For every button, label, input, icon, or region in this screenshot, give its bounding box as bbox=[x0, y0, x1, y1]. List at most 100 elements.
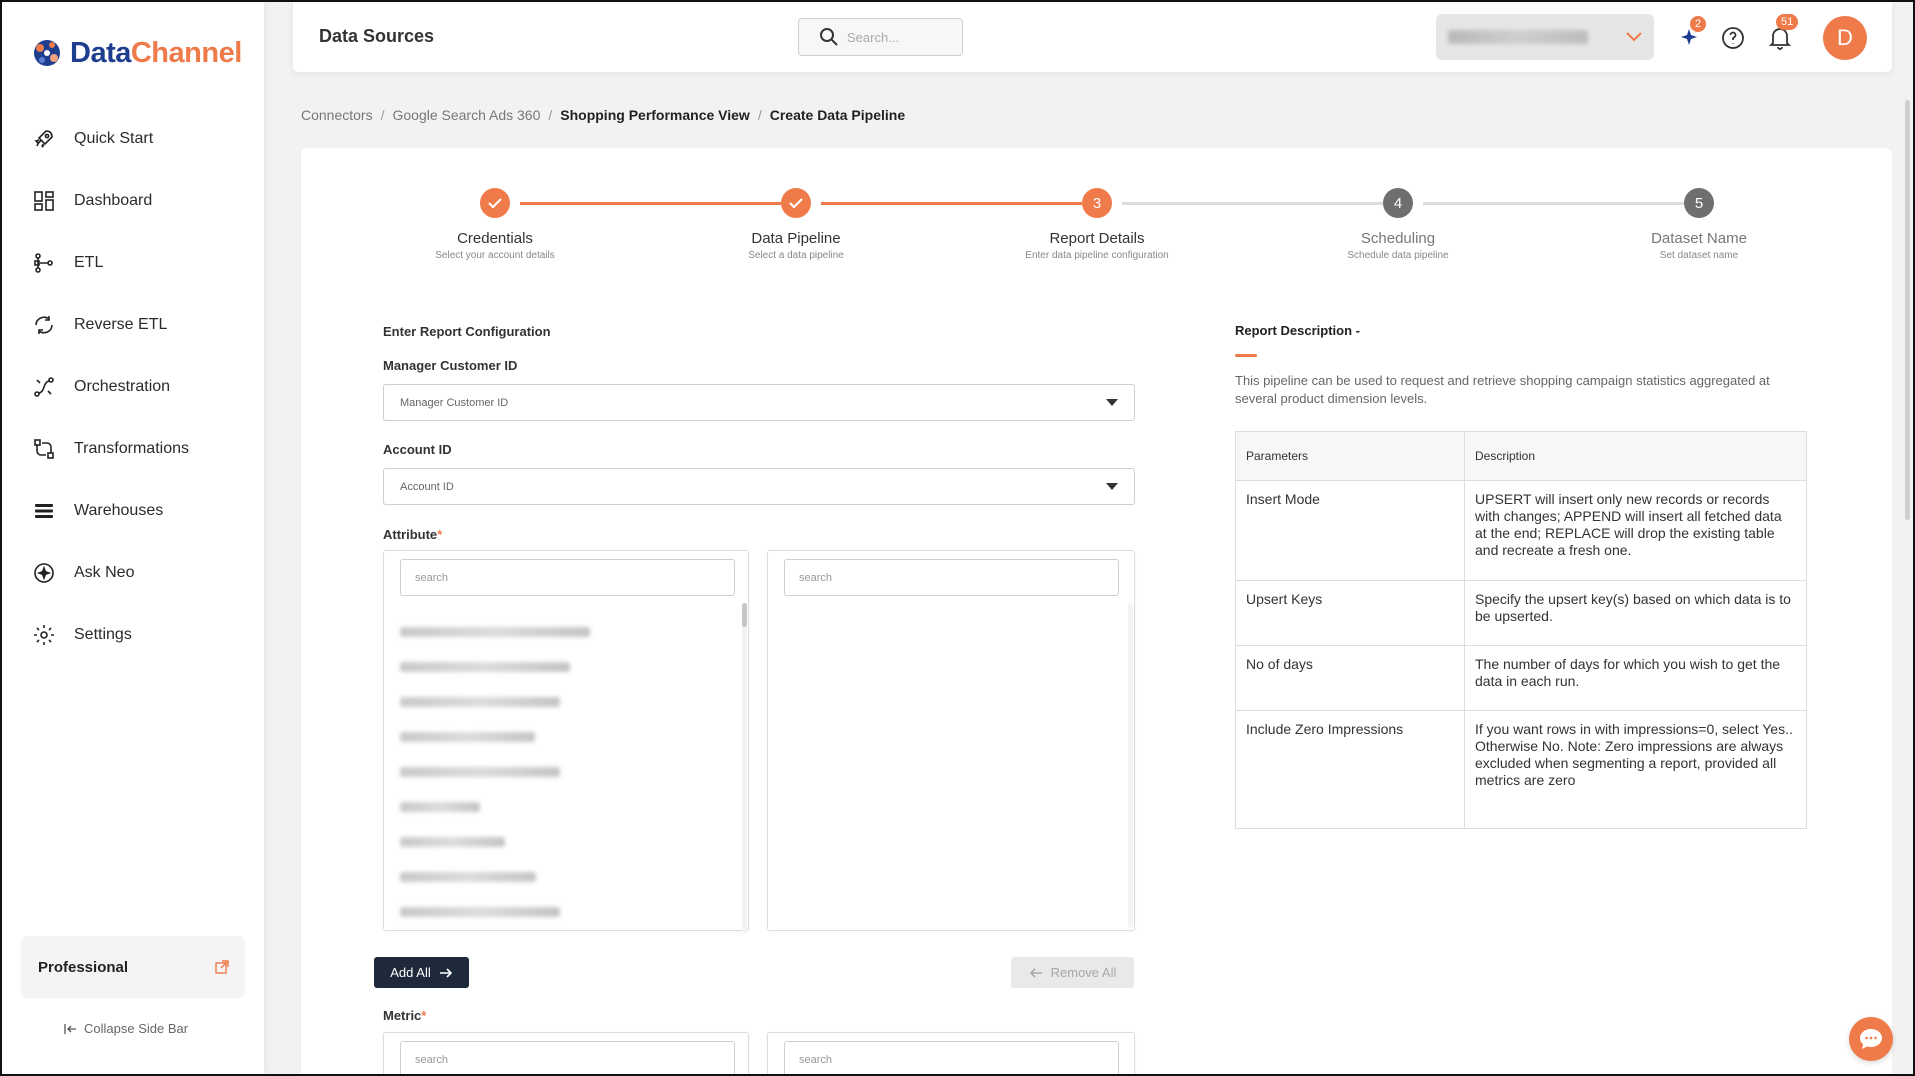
report-description-text: This pipeline can be used to request and… bbox=[1235, 373, 1770, 406]
ai-badge: 2 bbox=[1690, 16, 1707, 32]
param-description: Specify the upsert key(s) based on which… bbox=[1464, 580, 1807, 646]
ask-neo-icon bbox=[30, 559, 58, 587]
plan-card[interactable]: Professional bbox=[21, 936, 245, 998]
list-item[interactable] bbox=[400, 767, 560, 777]
list-item[interactable] bbox=[400, 697, 560, 707]
step-report-details[interactable]: 3 Report Details Enter data pipeline con… bbox=[997, 188, 1197, 261]
page-scrollbar[interactable] bbox=[1905, 100, 1910, 520]
report-description-title: Report Description - bbox=[1235, 323, 1360, 338]
breadcrumb-shopping-performance[interactable]: Shopping Performance View bbox=[560, 107, 750, 123]
param-name: Upsert Keys bbox=[1235, 580, 1465, 646]
collapse-label: Collapse Side Bar bbox=[84, 1021, 189, 1036]
notifications-button[interactable]: 51 bbox=[1766, 14, 1799, 52]
sidebar-item-quick-start[interactable]: Quick Start bbox=[2, 108, 264, 170]
metric-label: Metric* bbox=[383, 1008, 427, 1023]
step-dataset-name[interactable]: 5 Dataset Name Set dataset name bbox=[1599, 188, 1799, 261]
sidebar-item-label: Transformations bbox=[74, 440, 189, 457]
sidebar-item-etl[interactable]: ETL bbox=[2, 232, 264, 294]
account-id-select[interactable]: Account ID bbox=[383, 468, 1135, 505]
list-scroll-thumb[interactable] bbox=[742, 603, 747, 627]
metric-selected-search[interactable]: search bbox=[784, 1041, 1119, 1076]
list-item[interactable] bbox=[400, 662, 570, 672]
metric-selected-list[interactable]: search bbox=[767, 1032, 1135, 1076]
sidebar: DataChannel Quick Start Dashboard ETL Re… bbox=[2, 2, 264, 1074]
dashboard-icon bbox=[30, 187, 58, 215]
sidebar-item-ask-neo[interactable]: Ask Neo bbox=[2, 542, 264, 604]
help-button[interactable] bbox=[1719, 24, 1747, 52]
column-header: Parameters bbox=[1235, 431, 1465, 481]
step-subtitle: Enter data pipeline configuration bbox=[1025, 250, 1169, 261]
avatar[interactable]: D bbox=[1823, 16, 1867, 60]
sidebar-item-warehouses[interactable]: Warehouses bbox=[2, 480, 264, 542]
account-id-label: Account ID bbox=[383, 442, 452, 457]
param-description: If you want rows in with impressions=0, … bbox=[1464, 710, 1807, 829]
sidebar-item-transformations[interactable]: Transformations bbox=[2, 418, 264, 480]
metric-available-search[interactable]: search bbox=[400, 1041, 735, 1076]
chat-button[interactable] bbox=[1849, 1017, 1893, 1061]
sidebar-item-dashboard[interactable]: Dashboard bbox=[2, 170, 264, 232]
list-item[interactable] bbox=[400, 627, 590, 637]
breadcrumb: Connectors / Google Search Ads 360 / Sho… bbox=[301, 107, 905, 123]
list-item[interactable] bbox=[400, 837, 505, 847]
list-item[interactable] bbox=[400, 732, 535, 742]
list-item[interactable] bbox=[400, 872, 536, 882]
step-number: 5 bbox=[1684, 188, 1714, 218]
ai-sparkle-button[interactable]: 2 bbox=[1676, 16, 1707, 52]
stepper: Credentials Select your account details … bbox=[301, 188, 1892, 278]
attribute-available-list[interactable]: search bbox=[383, 550, 749, 933]
sidebar-item-orchestration[interactable]: Orchestration bbox=[2, 356, 264, 418]
manager-id-placeholder: Manager Customer ID bbox=[400, 396, 509, 409]
workspace-name-redacted bbox=[1448, 30, 1588, 44]
remove-all-button[interactable]: Remove All bbox=[1011, 957, 1134, 988]
list-scrollbar[interactable] bbox=[742, 603, 747, 933]
warehouses-icon bbox=[30, 497, 58, 525]
workspace-select[interactable] bbox=[1436, 14, 1654, 60]
logo-mark-icon bbox=[34, 40, 60, 66]
list-item[interactable] bbox=[400, 907, 560, 917]
external-link-icon[interactable] bbox=[215, 960, 229, 974]
attribute-selected-list[interactable]: search bbox=[767, 550, 1135, 931]
step-number: 4 bbox=[1383, 188, 1413, 218]
step-name: Credentials bbox=[457, 230, 533, 247]
step-name: Report Details bbox=[1049, 230, 1145, 247]
step-scheduling[interactable]: 4 Scheduling Schedule data pipeline bbox=[1298, 188, 1498, 261]
table-row: No of days The number of days for which … bbox=[1235, 645, 1807, 711]
brand-name: DataChannel bbox=[70, 36, 242, 69]
table-header-row: Parameters Description bbox=[1235, 431, 1807, 481]
breadcrumb-separator: / bbox=[757, 107, 762, 123]
metric-available-list[interactable]: search bbox=[383, 1032, 749, 1076]
step-number: 3 bbox=[1082, 188, 1112, 218]
step-name: Scheduling bbox=[1360, 230, 1436, 247]
datachannel-logo[interactable]: DataChannel bbox=[30, 36, 242, 70]
list-item[interactable] bbox=[400, 802, 480, 812]
gear-icon bbox=[30, 621, 58, 649]
sidebar-item-reverse-etl[interactable]: Reverse ETL bbox=[2, 294, 264, 356]
breadcrumb-connectors[interactable]: Connectors bbox=[301, 107, 373, 123]
sidebar-item-label: Dashboard bbox=[74, 192, 153, 209]
help-icon bbox=[1722, 27, 1744, 49]
chat-icon bbox=[1860, 1029, 1882, 1049]
attribute-available-search[interactable]: search bbox=[400, 559, 735, 596]
collapse-sidebar-button[interactable]: Collapse Side Bar bbox=[64, 1021, 188, 1036]
add-all-label: Add All bbox=[390, 965, 431, 980]
manager-id-label: Manager Customer ID bbox=[383, 358, 518, 373]
step-subtitle: Select a data pipeline bbox=[748, 250, 844, 261]
attribute-selected-search[interactable]: search bbox=[784, 559, 1119, 596]
manager-id-select[interactable]: Manager Customer ID bbox=[383, 384, 1135, 421]
sidebar-item-settings[interactable]: Settings bbox=[2, 604, 264, 666]
sidebar-nav: Quick Start Dashboard ETL Reverse ETL Or… bbox=[2, 108, 264, 666]
sidebar-item-label: Ask Neo bbox=[74, 564, 135, 581]
search-placeholder: Search... bbox=[847, 29, 900, 45]
sidebar-item-label: Quick Start bbox=[74, 130, 154, 147]
step-credentials[interactable]: Credentials Select your account details bbox=[395, 188, 595, 261]
step-data-pipeline[interactable]: Data Pipeline Select a data pipeline bbox=[696, 188, 896, 261]
arrow-left-icon bbox=[1029, 967, 1042, 978]
breadcrumb-current: Create Data Pipeline bbox=[769, 107, 906, 123]
add-all-button[interactable]: Add All bbox=[374, 957, 469, 988]
list-scrollbar[interactable] bbox=[1128, 603, 1133, 928]
breadcrumb-google-search-ads[interactable]: Google Search Ads 360 bbox=[392, 107, 540, 123]
rocket-icon bbox=[30, 125, 58, 153]
search-input[interactable]: Search... bbox=[798, 18, 963, 56]
transformations-icon bbox=[30, 435, 58, 463]
main-content: Credentials Select your account details … bbox=[301, 148, 1892, 1076]
